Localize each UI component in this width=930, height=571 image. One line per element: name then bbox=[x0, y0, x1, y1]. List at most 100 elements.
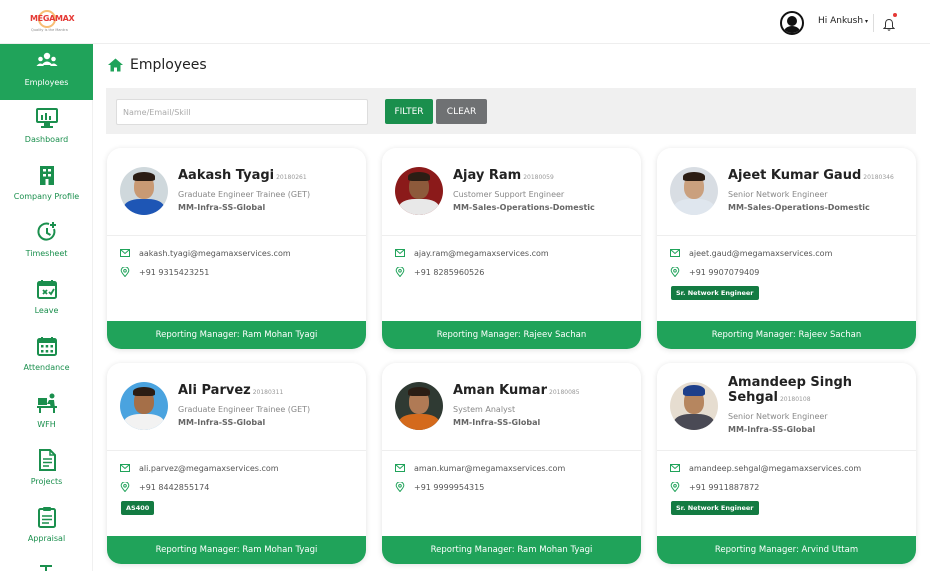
sidebar-item-label: Company Profile bbox=[13, 192, 80, 201]
employee-name-line[interactable]: Amandeep Singh Sehgal 20180108 bbox=[728, 375, 908, 405]
employee-name: Aman Kumar bbox=[453, 383, 547, 398]
employee-email: aman.kumar@megamaxservices.com bbox=[414, 464, 566, 473]
sidebar-item-appraisal[interactable]: Appraisal bbox=[0, 500, 93, 556]
sidebar-item-label: Projects bbox=[30, 477, 63, 486]
photo-hair bbox=[408, 387, 430, 396]
company-logo[interactable]: MEGAMAX Quality is the Mantra bbox=[26, 10, 75, 36]
employee-department: MM-Infra-SS-Global bbox=[178, 203, 266, 212]
work-from-home-icon bbox=[36, 393, 57, 413]
logo-brand: MEGAMAX bbox=[30, 14, 75, 23]
email-row[interactable]: ajay.ram@megamaxservices.com bbox=[395, 249, 549, 258]
email-row[interactable]: aakash.tyagi@megamaxservices.com bbox=[120, 249, 291, 258]
sidebar-item-company-profile[interactable]: Company Profile bbox=[0, 158, 93, 214]
phone-row[interactable]: +91 9911887872 bbox=[670, 482, 759, 492]
employee-card[interactable]: Aman Kumar 20180085 System Analyst MM-Inf… bbox=[382, 363, 641, 564]
employee-phone: +91 9911887872 bbox=[689, 483, 760, 492]
sidebar-item-timesheet[interactable]: Timesheet bbox=[0, 215, 93, 271]
employee-phone: +91 9999954315 bbox=[414, 483, 485, 492]
sidebar-item-attendance[interactable]: Attendance bbox=[0, 329, 93, 385]
timesheet-icon bbox=[36, 222, 56, 241]
mail-icon bbox=[395, 249, 405, 257]
mail-icon bbox=[120, 249, 130, 257]
photo-hair bbox=[683, 385, 705, 396]
reporting-manager: Reporting Manager: Ram Mohan Tyagi bbox=[107, 536, 366, 564]
card-divider bbox=[657, 450, 916, 451]
employee-designation: Graduate Engineer Trainee (GET) bbox=[178, 190, 311, 199]
employee-photo bbox=[670, 167, 718, 215]
skill-badge: Sr. Network Engineer bbox=[671, 501, 759, 515]
employee-name-line[interactable]: Ajay Ram 20180059 bbox=[453, 168, 554, 183]
employee-name: Ajay Ram bbox=[453, 168, 522, 183]
phone-row[interactable]: +91 8285960526 bbox=[395, 267, 484, 277]
sidebar-item-label: WFH bbox=[37, 420, 56, 429]
clear-button[interactable]: CLEAR bbox=[436, 99, 487, 124]
location-pin-icon bbox=[670, 482, 680, 492]
phone-row[interactable]: +91 8442855174 bbox=[120, 482, 209, 492]
employee-phone: +91 9907079409 bbox=[689, 268, 760, 277]
employee-card[interactable]: Aakash Tyagi 20180261 Graduate Engineer T… bbox=[107, 148, 366, 349]
email-row[interactable]: ajeet.gaud@megamaxservices.com bbox=[670, 249, 832, 258]
card-divider bbox=[107, 450, 366, 451]
sidebar-item-label: Dashboard bbox=[24, 135, 69, 144]
search-input[interactable] bbox=[116, 99, 368, 125]
sidebar-item-wfh[interactable]: WFH bbox=[0, 386, 93, 442]
location-pin-icon bbox=[395, 267, 405, 277]
mail-icon bbox=[670, 249, 680, 257]
employee-photo bbox=[120, 382, 168, 430]
employee-email: ali.parvez@megamaxservices.com bbox=[139, 464, 279, 473]
notification-dot bbox=[893, 13, 897, 17]
mail-icon bbox=[395, 464, 405, 472]
employee-designation: Customer Support Engineer bbox=[453, 190, 565, 199]
notification-bell-icon[interactable] bbox=[882, 13, 897, 31]
page-title: Employees bbox=[130, 57, 207, 73]
phone-row[interactable]: +91 9999954315 bbox=[395, 482, 484, 492]
sidebar: Employees Dashboard Company Profile Time… bbox=[0, 44, 93, 571]
card-divider bbox=[657, 235, 916, 236]
employee-id: 20180059 bbox=[523, 174, 554, 181]
home-icon[interactable] bbox=[108, 58, 123, 72]
employee-phone: +91 8285960526 bbox=[414, 268, 485, 277]
building-icon bbox=[39, 166, 54, 185]
sidebar-item-label: Leave bbox=[34, 306, 59, 315]
reporting-manager: Reporting Manager: Arvind Uttam bbox=[657, 536, 916, 564]
skill-badge: AS400 bbox=[121, 501, 155, 515]
employee-name-line[interactable]: Aman Kumar 20180085 bbox=[453, 383, 580, 398]
employee-photo bbox=[395, 167, 443, 215]
document-icon bbox=[38, 449, 56, 471]
employee-name-line[interactable]: Aakash Tyagi 20180261 bbox=[178, 168, 307, 183]
sidebar-item-leave[interactable]: Leave bbox=[0, 272, 93, 328]
employee-name: Ajeet Kumar Gaud bbox=[728, 168, 862, 183]
sidebar-item-projects[interactable]: Projects bbox=[0, 443, 93, 499]
filter-button[interactable]: FILTER bbox=[385, 99, 433, 124]
photo-shirt bbox=[124, 199, 164, 215]
user-avatar[interactable] bbox=[780, 11, 804, 35]
employee-phone: +91 9315423251 bbox=[139, 268, 210, 277]
user-greeting: Hi Ankush bbox=[818, 16, 864, 26]
employee-name-line[interactable]: Ali Parvez 20180311 bbox=[178, 383, 283, 398]
user-menu[interactable]: Hi Ankush ▾ bbox=[818, 16, 868, 26]
employee-card[interactable]: Ali Parvez 20180311 Graduate Engineer Tra… bbox=[107, 363, 366, 564]
employee-card[interactable]: Amandeep Singh Sehgal 20180108 Senior Net… bbox=[657, 363, 916, 564]
employee-id: 20180261 bbox=[276, 174, 307, 181]
email-row[interactable]: ali.parvez@megamaxservices.com bbox=[120, 464, 279, 473]
sidebar-item-employees[interactable]: Employees bbox=[0, 44, 93, 100]
location-pin-icon bbox=[120, 267, 130, 277]
phone-row[interactable]: +91 9315423251 bbox=[120, 267, 209, 277]
email-row[interactable]: amandeep.sehgal@megamaxservices.com bbox=[670, 464, 861, 473]
sidebar-item-dashboard[interactable]: Dashboard bbox=[0, 101, 93, 157]
employee-phone: +91 8442855174 bbox=[139, 483, 210, 492]
photo-shirt bbox=[399, 414, 439, 430]
email-row[interactable]: aman.kumar@megamaxservices.com bbox=[395, 464, 565, 473]
employee-name-line[interactable]: Ajeet Kumar Gaud 20180346 bbox=[728, 168, 894, 183]
phone-row[interactable]: +91 9907079409 bbox=[670, 267, 759, 277]
reporting-manager: Reporting Manager: Rajeev Sachan bbox=[382, 321, 641, 349]
employee-designation: Graduate Engineer Trainee (GET) bbox=[178, 405, 311, 414]
photo-hair bbox=[408, 172, 430, 181]
employee-card[interactable]: Ajay Ram 20180059 Customer Support Engine… bbox=[382, 148, 641, 349]
employee-card[interactable]: Ajeet Kumar Gaud 20180346 Senior Network … bbox=[657, 148, 916, 349]
employees-icon bbox=[36, 52, 57, 66]
photo-hair bbox=[683, 172, 705, 181]
sidebar-more-icon bbox=[40, 565, 52, 571]
employee-designation: System Analyst bbox=[453, 405, 516, 414]
photo-hair bbox=[133, 387, 155, 396]
